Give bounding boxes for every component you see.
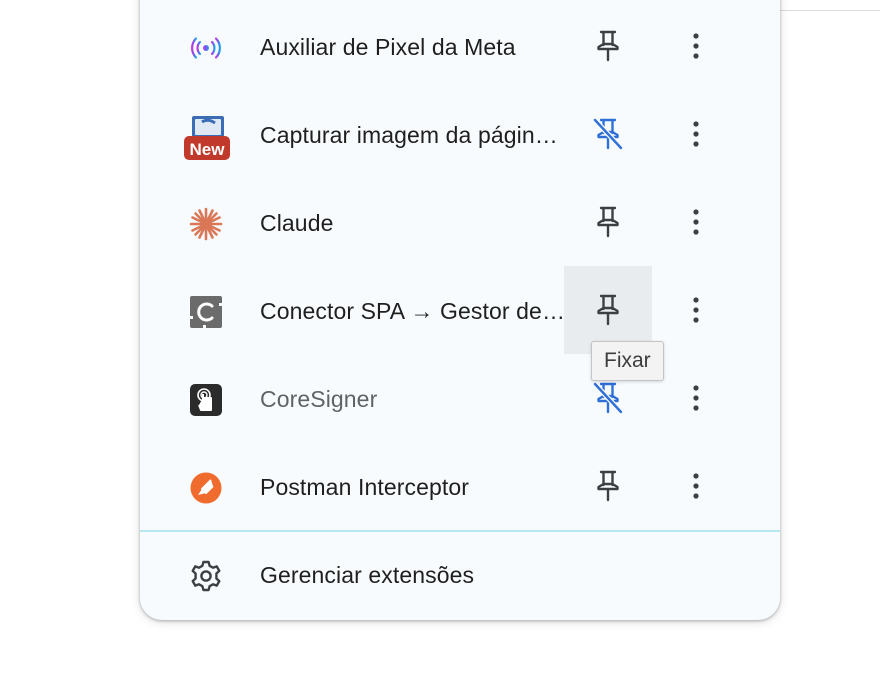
pin-off-icon [592,117,624,151]
more-vert-icon [693,33,699,59]
extensions-menu: Auxiliar de Pixel da Meta New Capturar i… [140,0,780,620]
more-options-button[interactable] [652,178,740,266]
pin-icon [597,206,619,238]
connector-spa-icon [188,294,224,330]
extension-name: Postman Interceptor [260,474,470,500]
manage-extensions-label: Gerenciar extensões [260,562,475,588]
extension-row-coresigner[interactable]: CoreSigner [140,354,780,442]
more-vert-icon [693,209,699,235]
more-vert-icon [693,121,699,147]
extension-name: Claude [260,210,334,236]
manage-extensions-item[interactable]: Gerenciar extensões [140,532,780,620]
postman-icon [188,470,224,506]
pin-icon [597,294,619,326]
extension-name: Conector SPA → Gestor de Documentos [260,298,565,324]
pin-button[interactable] [564,178,652,266]
more-options-button[interactable] [652,266,740,354]
more-vert-icon [693,473,699,499]
extension-row-meta-pixel[interactable]: Auxiliar de Pixel da Meta [140,2,780,90]
gear-icon [188,558,224,594]
more-vert-icon [693,297,699,323]
extension-name: Capturar imagem da página inteira [260,122,565,148]
extension-row-connector-spa[interactable]: Conector SPA → Gestor de Documentos [140,266,780,354]
toolbar-edge-line [780,10,880,11]
meta-pixel-icon [188,30,224,66]
pin-off-icon [592,381,624,415]
more-options-button[interactable] [652,2,740,90]
coresigner-icon [188,382,224,418]
claude-icon [188,206,224,242]
pin-tooltip: Fixar [591,341,664,381]
more-options-button[interactable] [652,354,740,442]
extension-row-claude[interactable]: Claude [140,178,780,266]
new-badge-text: New [189,140,225,159]
pin-icon [597,470,619,502]
more-options-button[interactable] [652,90,740,178]
extension-row-postman[interactable]: Postman Interceptor [140,442,780,530]
extension-row-screenshot[interactable]: New Capturar imagem da página inteira [140,90,780,178]
extension-name: Auxiliar de Pixel da Meta [260,34,516,60]
extension-name: CoreSigner [260,386,378,412]
more-vert-icon [693,385,699,411]
pin-button[interactable] [564,442,652,530]
unpin-button[interactable] [564,90,652,178]
pin-icon [597,30,619,62]
screenshot-new-icon: New [182,114,232,164]
pin-button[interactable] [564,2,652,90]
more-options-button[interactable] [652,442,740,530]
